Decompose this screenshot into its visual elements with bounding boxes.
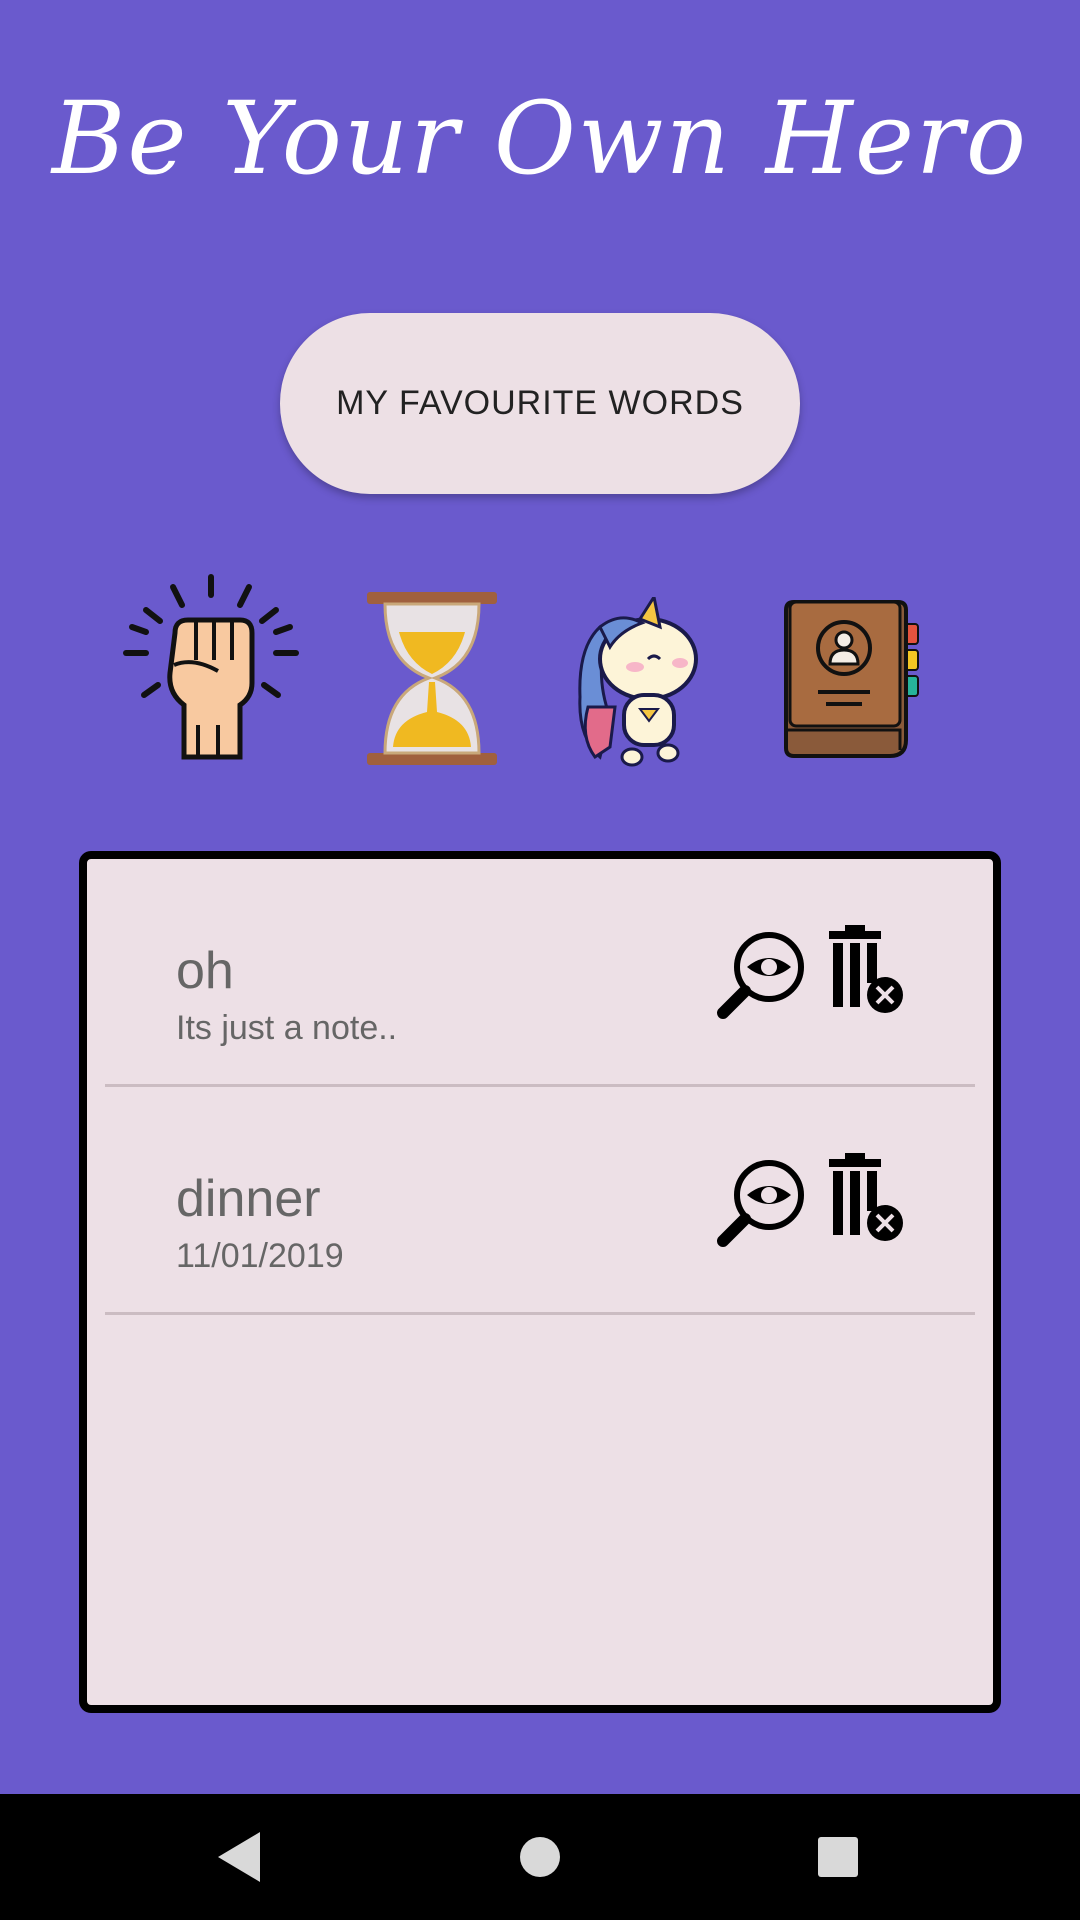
delete-note-icon[interactable] (825, 1153, 905, 1243)
list-item[interactable]: oh Its just a note.. (105, 859, 975, 1087)
note-title: oh (176, 942, 234, 1000)
list-item[interactable]: dinner 11/01/2019 (105, 1087, 975, 1315)
hourglass-icon[interactable] (365, 592, 499, 765)
delete-note-icon[interactable] (825, 925, 905, 1015)
contacts-book-icon[interactable] (782, 600, 922, 760)
feature-icons-row (0, 565, 1080, 775)
note-subtitle: Its just a note.. (176, 1009, 398, 1047)
notes-card: oh Its just a note.. dinner 11/01/2019 (79, 851, 1001, 1713)
my-favourite-words-button[interactable]: MY FAVOURITE WORDS (280, 313, 800, 494)
system-navigation-bar (0, 1794, 1080, 1920)
note-title: dinner (176, 1170, 321, 1228)
note-subtitle: 11/01/2019 (176, 1237, 344, 1275)
view-note-icon[interactable] (717, 1157, 807, 1247)
back-icon[interactable] (206, 1824, 272, 1890)
row-divider (105, 1312, 975, 1315)
app-screen: Be Your Own Hero MY FAVOURITE WORDS oh I… (0, 0, 1080, 1794)
recents-icon[interactable] (805, 1824, 871, 1890)
unicorn-hero-icon[interactable] (570, 597, 714, 769)
raised-fist-icon[interactable] (118, 565, 304, 760)
app-title: Be Your Own Hero (51, 80, 1029, 197)
home-icon[interactable] (507, 1824, 573, 1890)
view-note-icon[interactable] (717, 929, 807, 1019)
